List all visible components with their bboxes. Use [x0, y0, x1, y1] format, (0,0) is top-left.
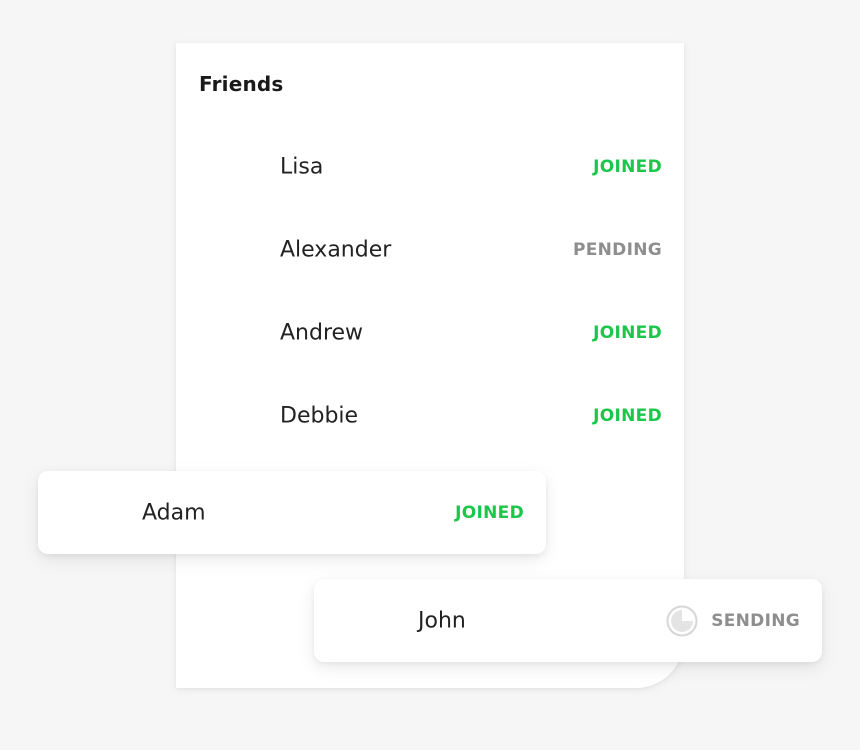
status-badge: JOINED — [593, 323, 662, 343]
friend-row[interactable]: Lisa JOINED — [176, 137, 684, 197]
friend-card-adam[interactable]: Adam JOINED — [38, 471, 546, 554]
friend-name: Adam — [142, 500, 206, 525]
friend-row[interactable]: Andrew JOINED — [176, 303, 684, 363]
friend-card-john[interactable]: John SENDING — [314, 579, 822, 662]
panel-title: Friends — [199, 72, 284, 96]
friend-name: Lisa — [280, 154, 324, 180]
status-badge: JOINED — [455, 502, 524, 523]
stage: Friends Lisa JOINED Alexander PENDING An… — [0, 0, 860, 750]
friend-row[interactable]: Alexander PENDING — [176, 220, 684, 280]
friend-name: Debbie — [280, 403, 359, 429]
status-badge: JOINED — [593, 406, 662, 426]
status-badge: SENDING — [711, 610, 800, 631]
friend-row[interactable]: Debbie JOINED — [176, 386, 684, 446]
friend-name: Andrew — [280, 320, 364, 346]
friend-name: Alexander — [280, 237, 392, 263]
sending-indicator: SENDING — [666, 605, 800, 637]
status-badge: PENDING — [572, 240, 662, 260]
progress-spinner-icon — [666, 605, 698, 636]
status-badge: JOINED — [593, 157, 662, 177]
friend-name: John — [418, 608, 466, 633]
